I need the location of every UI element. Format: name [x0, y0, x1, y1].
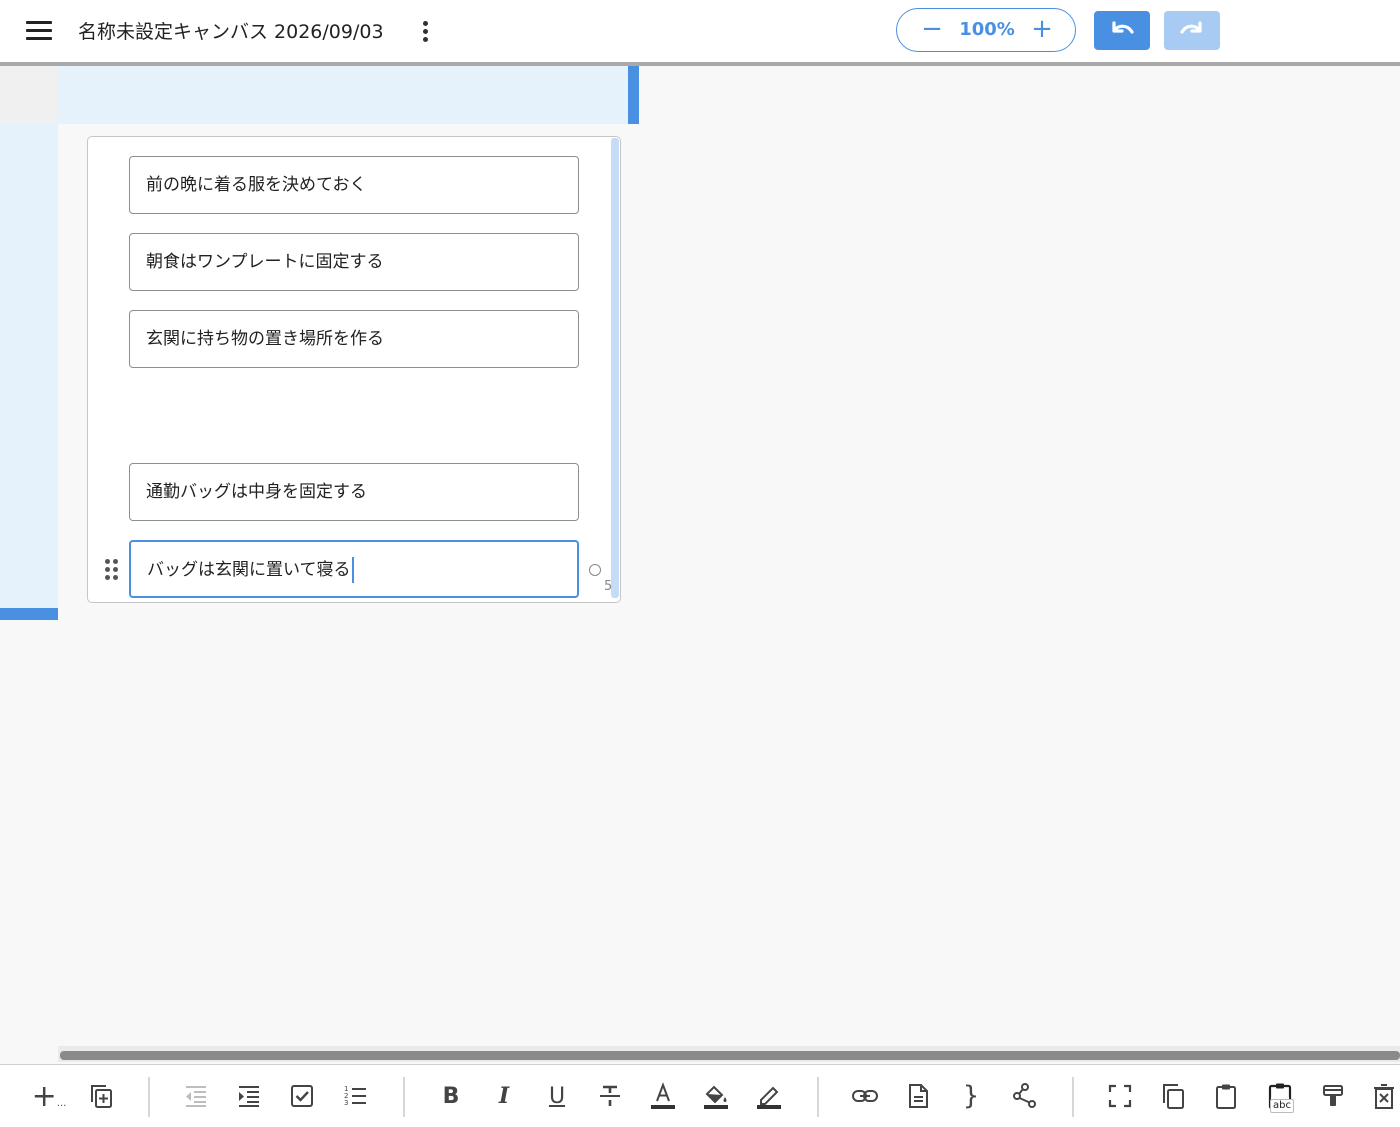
delete-icon[interactable] [1368, 1079, 1400, 1113]
row-resize-handle[interactable] [0, 608, 58, 620]
font-color-icon[interactable] [647, 1079, 679, 1113]
copy-icon[interactable] [1157, 1079, 1189, 1113]
bold-icon[interactable]: B [435, 1079, 467, 1113]
document-title[interactable]: 名称未設定キャンバス 2026/09/03 [78, 17, 384, 44]
format-painter-icon[interactable] [1317, 1079, 1349, 1113]
undo-icon [1112, 21, 1134, 34]
zoom-out-button[interactable]: − [917, 15, 947, 45]
row-header[interactable] [0, 124, 58, 608]
document-icon[interactable] [902, 1079, 934, 1113]
undo-button[interactable] [1094, 11, 1150, 50]
canvas-area[interactable]: 前の晩に着る服を決めておく 朝食はワンプレートに固定する 玄関に持ち物の置き場所… [0, 66, 1400, 1064]
link-icon[interactable] [849, 1079, 881, 1113]
more-options-icon[interactable] [418, 19, 432, 45]
bottom-toolbar: +... 123 B I U } abc [0, 1064, 1400, 1127]
horizontal-scrollbar[interactable] [60, 1051, 1400, 1060]
grid-corner [0, 66, 58, 124]
redo-icon [1180, 21, 1202, 34]
add-node-icon[interactable]: +... [32, 1079, 67, 1114]
active-list-item[interactable]: バッグは玄関に置いて寝る [129, 540, 579, 598]
border-color-icon[interactable] [753, 1079, 785, 1113]
status-circle-icon[interactable] [589, 564, 601, 576]
numbered-list-icon[interactable]: 123 [339, 1079, 371, 1113]
list-item[interactable]: 通勤バッグは中身を固定する [129, 463, 579, 521]
active-item-text[interactable]: バッグは玄関に置いて寝る [147, 560, 351, 580]
card-scrollbar[interactable] [611, 138, 619, 598]
outdent-icon[interactable] [180, 1079, 212, 1113]
toolbar-divider [148, 1077, 150, 1117]
hamburger-menu-icon[interactable] [24, 19, 54, 43]
redo-button[interactable] [1164, 11, 1220, 50]
toolbar-divider [403, 1077, 405, 1117]
zoom-in-button[interactable]: + [1027, 15, 1057, 45]
indent-icon[interactable] [233, 1079, 265, 1113]
toolbar-divider [817, 1077, 819, 1117]
underline-icon[interactable]: U [541, 1079, 573, 1113]
paste-text-label: abc [1270, 1099, 1294, 1113]
list-item[interactable]: 朝食はワンプレートに固定する [129, 233, 579, 291]
checkbox-icon[interactable] [286, 1079, 318, 1113]
list-item[interactable]: 玄関に持ち物の置き場所を作る [129, 310, 579, 368]
zoom-level: 100% [959, 19, 1015, 40]
list-item[interactable]: 前の晩に着る服を決めておく [129, 156, 579, 214]
fullscreen-icon[interactable] [1104, 1079, 1136, 1113]
column-header[interactable] [58, 66, 628, 124]
svg-text:3: 3 [344, 1099, 348, 1107]
column-resize-handle[interactable] [628, 66, 639, 124]
italic-icon[interactable]: I [488, 1079, 520, 1113]
drag-handle-icon[interactable] [104, 558, 120, 582]
paste-icon[interactable] [1210, 1079, 1242, 1113]
fill-color-icon[interactable] [700, 1079, 732, 1113]
duplicate-icon[interactable] [85, 1079, 117, 1113]
paste-text-icon[interactable]: abc [1264, 1079, 1296, 1113]
top-bar: 名称未設定キャンバス 2026/09/03 − 100% + [0, 0, 1400, 66]
strikethrough-icon[interactable] [594, 1079, 626, 1113]
text-caret [351, 557, 354, 583]
zoom-control: − 100% + [896, 8, 1076, 52]
toolbar-divider [1072, 1077, 1074, 1117]
share-icon[interactable] [1008, 1079, 1040, 1113]
item-count: 5 [604, 579, 613, 594]
code-brace-icon[interactable]: } [955, 1079, 987, 1113]
